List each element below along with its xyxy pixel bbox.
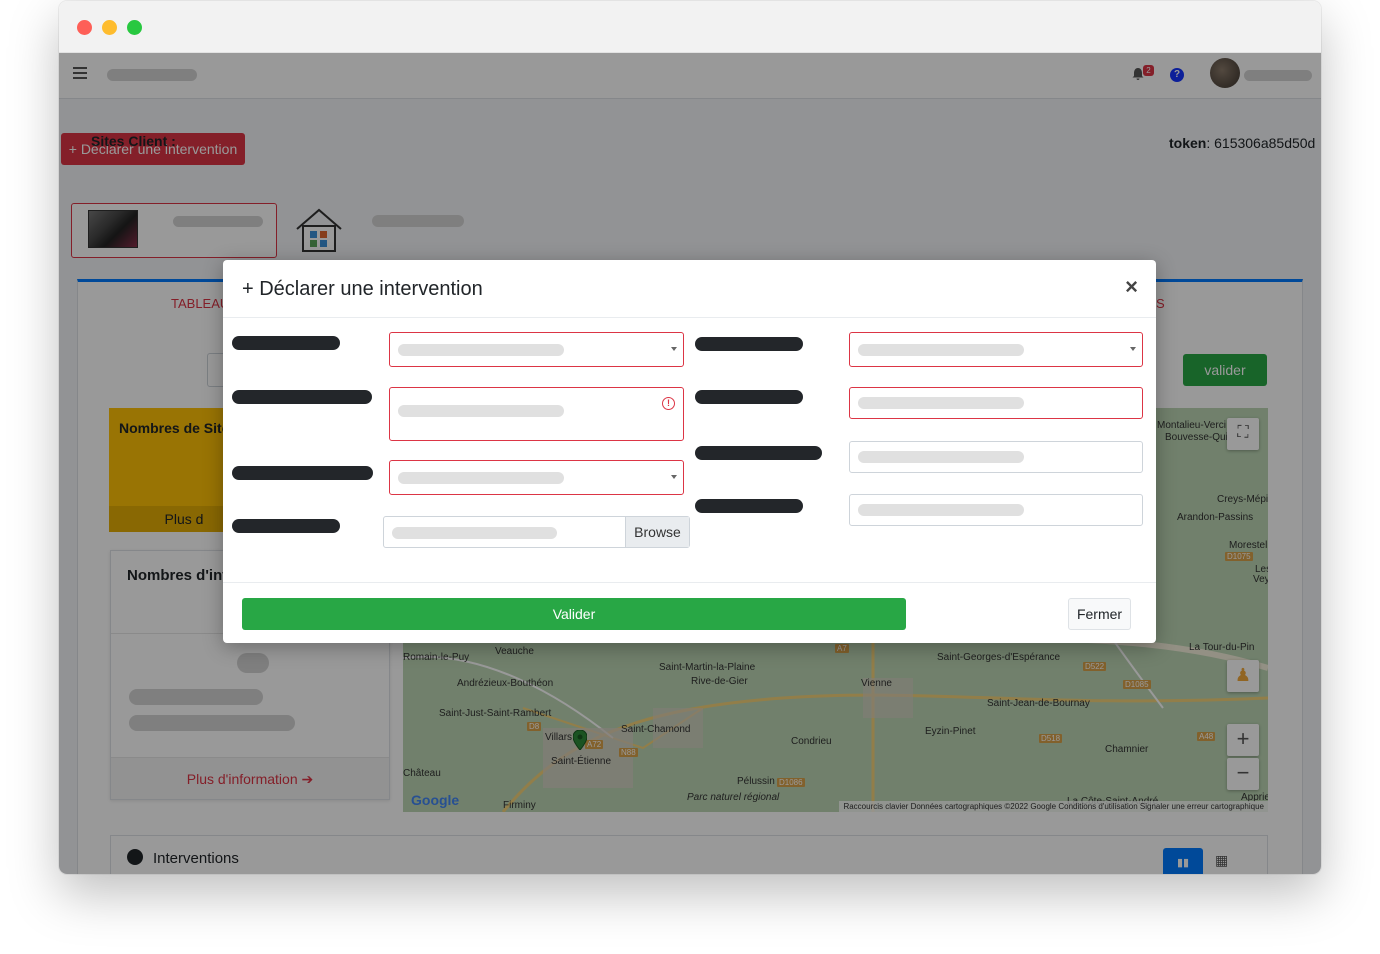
submit-button[interactable]: Valider (242, 598, 906, 630)
redacted-label (232, 519, 340, 533)
cancel-button[interactable]: Fermer (1068, 598, 1131, 630)
close-icon[interactable]: × (1125, 274, 1138, 300)
value-placeholder (858, 504, 1024, 516)
select-field-1[interactable] (389, 332, 684, 367)
minimize-window-button[interactable] (102, 20, 117, 35)
declare-intervention-modal: + Déclarer une intervention × ! Browse V… (223, 260, 1156, 643)
browser-window: 2 ? + Déclarer une intervention token: 6… (59, 1, 1321, 874)
redacted-label (232, 466, 373, 480)
value-placeholder (858, 451, 1024, 463)
value-placeholder (398, 471, 564, 484)
value-placeholder (858, 343, 1024, 356)
modal-footer: Valider Fermer (223, 582, 1156, 643)
select-field-2[interactable] (389, 460, 684, 495)
maximize-window-button[interactable] (127, 20, 142, 35)
chevron-down-icon (671, 346, 677, 351)
redacted-label (232, 390, 372, 404)
text-field-2[interactable] (849, 441, 1143, 473)
title-bar (59, 1, 1321, 53)
chevron-down-icon (671, 474, 677, 479)
browse-button[interactable]: Browse (625, 517, 689, 547)
select-field-3[interactable] (849, 332, 1143, 367)
redacted-label (695, 499, 803, 513)
value-placeholder (858, 397, 1024, 409)
redacted-label (695, 390, 803, 404)
text-field-3[interactable] (849, 494, 1143, 526)
chevron-down-icon (1130, 346, 1136, 351)
warning-icon: ! (662, 397, 675, 410)
text-field-1[interactable] (849, 387, 1143, 419)
close-window-button[interactable] (77, 20, 92, 35)
value-placeholder (398, 343, 564, 356)
redacted-label (695, 446, 822, 460)
file-input[interactable]: Browse (383, 516, 690, 548)
textarea-field[interactable]: ! (389, 387, 684, 441)
modal-header: + Déclarer une intervention × (223, 260, 1156, 318)
app-content: 2 ? + Déclarer une intervention token: 6… (59, 53, 1321, 874)
value-placeholder (398, 405, 564, 417)
redacted-label (695, 337, 803, 351)
redacted-label (232, 336, 340, 350)
modal-title: + Déclarer une intervention (242, 278, 483, 300)
file-placeholder (392, 527, 557, 539)
